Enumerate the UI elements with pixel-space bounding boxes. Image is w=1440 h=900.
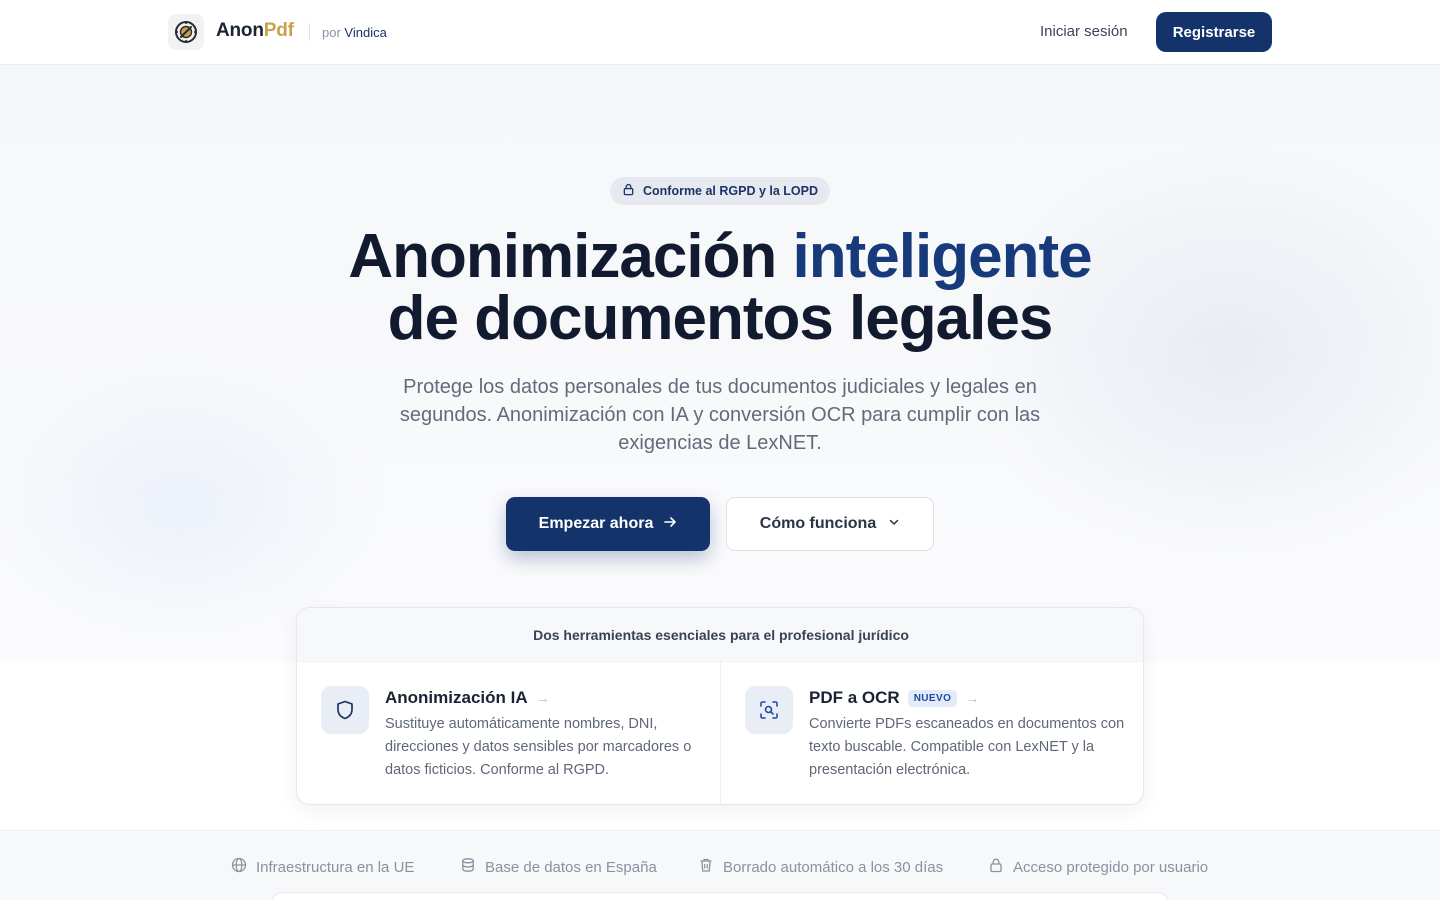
brand-name-accent: Pdf (263, 20, 294, 41)
trust-item-auto-delete: Borrado automático a los 30 días (698, 857, 943, 877)
trust-bar: Infraestructura en la UE Base de datos e… (0, 830, 1440, 900)
hero-title: Anonimización inteligente de documentos … (220, 226, 1220, 350)
tools-header: Dos herramientas esenciales para el prof… (297, 608, 1143, 662)
register-button[interactable]: Registrarse (1156, 12, 1272, 52)
chevron-down-icon (888, 515, 900, 533)
shield-icon (321, 686, 369, 734)
how-it-works-label: Cómo funciona (759, 515, 877, 532)
brand-divider (309, 23, 310, 41)
trust-item-label: Borrado automático a los 30 días (723, 858, 944, 876)
trust-item-label: Acceso protegido por usuario (1013, 858, 1209, 876)
hero-subtitle: Protege los datos personales de tus docu… (399, 376, 1041, 454)
compliance-badge: Conforme al RGPD y la LOPD (610, 177, 830, 205)
how-it-works-button[interactable]: Cómo funciona (726, 497, 934, 551)
trust-item-database-spain: Base de datos en España (460, 857, 657, 877)
brand-name[interactable]: AnonPdf (216, 20, 294, 42)
tools-divider (720, 662, 721, 804)
top-navbar: AnonPdf por Vindica Iniciar sesión Regis… (0, 0, 1440, 65)
byline-prefix: por (322, 25, 341, 40)
database-icon (460, 857, 476, 877)
next-section-card (272, 892, 1168, 900)
hero-title-line2: de documentos legales (387, 284, 1054, 353)
tool-pdf-ocr-description: Convierte PDFs escaneados en documentos … (809, 716, 1125, 778)
hero-title-highlight: inteligente (792, 222, 1093, 291)
start-now-label: Empezar ahora (538, 515, 654, 532)
tools-card: Dos herramientas esenciales para el prof… (296, 607, 1144, 805)
new-badge: NUEVO (907, 689, 958, 707)
scan-search-icon (745, 686, 793, 734)
arrow-right-icon (663, 515, 677, 534)
tool-anonymization-description: Sustituye automáticamente nombres, DNI, … (385, 716, 692, 778)
tool-pdf-ocr-title: PDF a OCR NUEVO → (809, 688, 979, 708)
tool-anonymization-title-text: Anonimización IA (385, 688, 528, 707)
hero-title-part1: Anonimización (348, 222, 777, 291)
login-link[interactable]: Iniciar sesión (1040, 23, 1128, 40)
trust-item-eu-infra: Infraestructura en la UE (231, 857, 414, 877)
start-now-button[interactable]: Empezar ahora (506, 497, 710, 551)
logo-icon[interactable] (168, 14, 204, 50)
brand-byline: por Vindica (322, 25, 387, 40)
hero-section (0, 65, 1440, 663)
tool-pdf-ocr-title-text: PDF a OCR (809, 688, 900, 707)
arrow-right-icon: → (965, 690, 980, 706)
trust-item-label: Infraestructura en la UE (256, 858, 415, 876)
tool-anonymization-title: Anonimización IA → (385, 688, 550, 708)
arrow-right-icon: → (535, 690, 550, 706)
byline-org: Vindica (344, 25, 387, 40)
lock-icon (988, 857, 1004, 877)
brand-name-primary: Anon (216, 20, 264, 41)
trust-item-label: Base de datos en España (485, 858, 657, 876)
globe-icon (231, 857, 247, 877)
trust-item-user-access: Acceso protegido por usuario (988, 857, 1208, 877)
lock-icon (622, 183, 635, 199)
compliance-badge-label: Conforme al RGPD y la LOPD (642, 184, 819, 198)
trash-icon (698, 857, 714, 877)
